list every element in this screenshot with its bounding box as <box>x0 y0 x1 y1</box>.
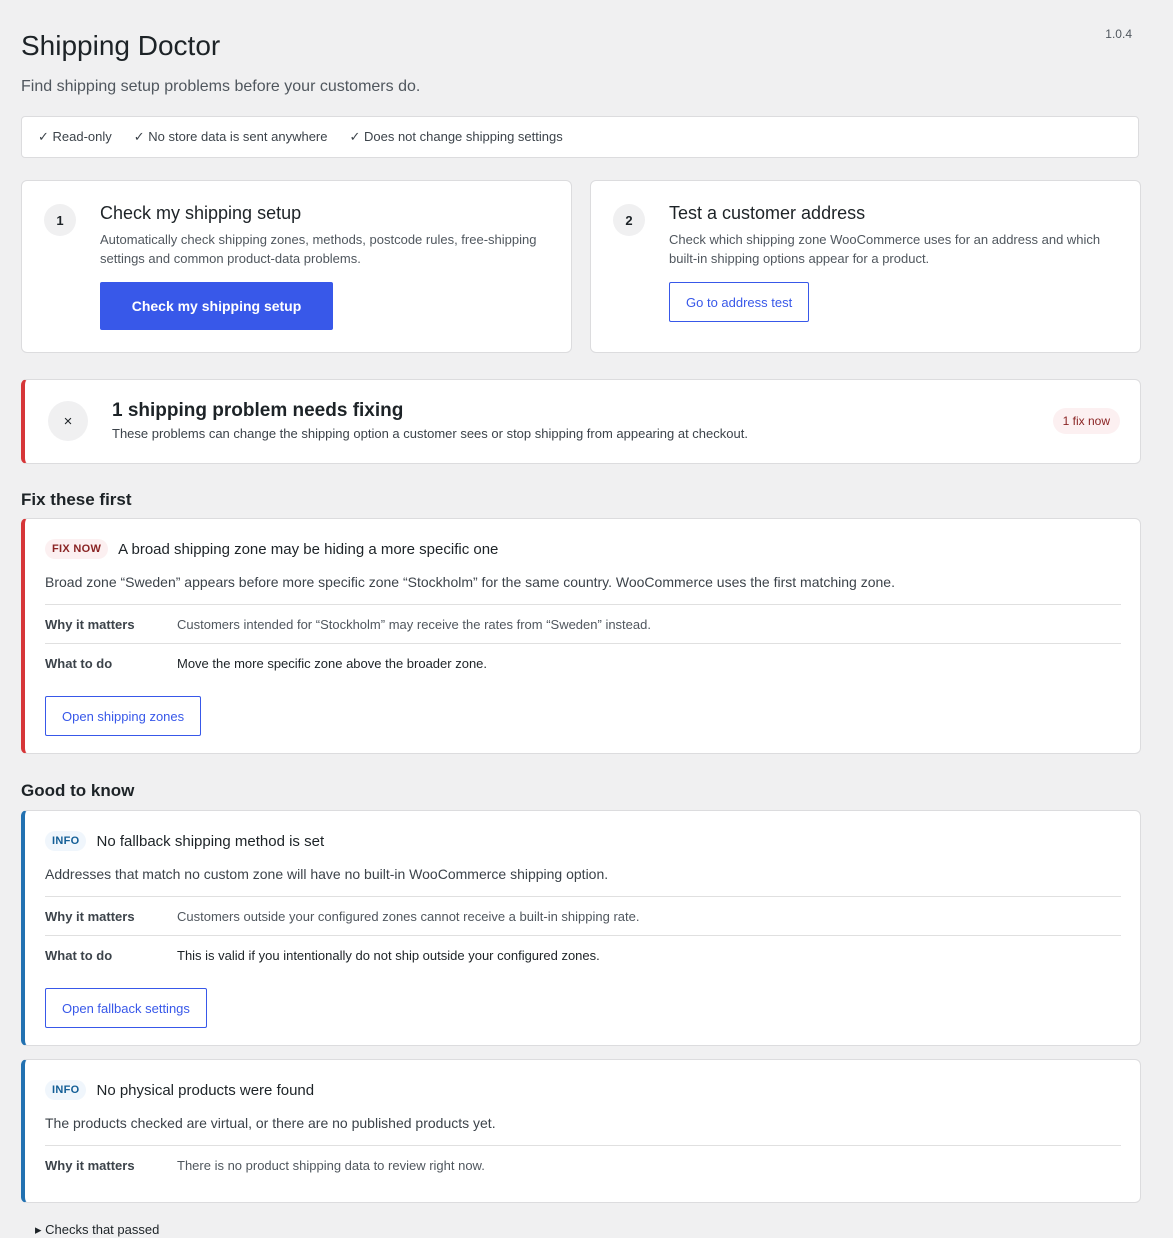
issue-description: Broad zone “Sweden” appears before more … <box>45 574 895 590</box>
issue-card-broad-zone: FIX NOW A broad shipping zone may be hid… <box>21 518 1141 754</box>
issue-title: A broad shipping zone may be hiding a mo… <box>118 540 499 558</box>
severity-badge: INFO <box>45 1080 87 1100</box>
step-description: Automatically check shipping zones, meth… <box>100 232 537 266</box>
trust-no-data-sent: ✓ No store data is sent anywhere <box>133 129 328 144</box>
issue-description: Addresses that match no custom zone will… <box>45 866 609 882</box>
severity-badge: FIX NOW <box>45 539 109 559</box>
error-x-icon: × <box>48 401 88 441</box>
row-value: This is valid if you intentionally do no… <box>177 947 600 963</box>
plugin-version: 1.0.4 <box>1105 27 1132 41</box>
issue-title: No physical products were found <box>96 1081 315 1099</box>
step-title: Test a customer address <box>669 203 866 223</box>
issue-title: No fallback shipping method is set <box>96 832 325 850</box>
page-title: Shipping Doctor <box>21 30 221 61</box>
row-value: Customers outside your configured zones … <box>177 908 640 924</box>
check-shipping-setup-button[interactable]: Check my shipping setup <box>100 282 333 330</box>
go-to-address-test-button[interactable]: Go to address test <box>669 282 810 322</box>
step-card-address-test: 2 Test a customer address Check which sh… <box>590 180 1141 353</box>
why-it-matters-row: Why it matters Customers intended for “S… <box>45 604 1121 643</box>
trust-bar: ✓ Read-only ✓ No store data is sent anyw… <box>21 116 1139 158</box>
problem-summary: × 1 shipping problem needs fixing These … <box>21 379 1141 464</box>
summary-description: These problems can change the shipping o… <box>112 426 748 441</box>
step-number: 1 <box>44 204 76 236</box>
row-value: There is no product shipping data to rev… <box>177 1157 485 1173</box>
summary-title: 1 shipping problem needs fixing <box>112 400 404 421</box>
step-number: 2 <box>613 204 645 236</box>
passed-checks-toggle[interactable]: ▸ Checks that passed <box>35 1222 159 1238</box>
what-to-do-row: What to do Move the more specific zone a… <box>45 643 1121 682</box>
section-heading-fix-first: Fix these first <box>21 490 132 509</box>
severity-badge: INFO <box>45 831 87 851</box>
row-label: What to do <box>45 947 113 963</box>
section-heading-good-to-know: Good to know <box>21 781 135 800</box>
open-shipping-zones-button[interactable]: Open shipping zones <box>45 696 202 736</box>
step-title: Check my shipping setup <box>100 203 302 223</box>
what-to-do-row: What to do This is valid if you intentio… <box>45 935 1121 974</box>
why-it-matters-row: Why it matters Customers outside your co… <box>45 896 1121 935</box>
trust-no-changes: ✓ Does not change shipping settings <box>349 129 563 144</box>
row-label: Why it matters <box>45 908 135 924</box>
issue-header: INFO No physical products were found <box>45 1080 314 1100</box>
issue-header: FIX NOW A broad shipping zone may be hid… <box>45 539 498 559</box>
why-it-matters-row: Why it matters There is no product shipp… <box>45 1145 1121 1184</box>
row-label: What to do <box>45 655 113 671</box>
fix-now-count-badge: 1 fix now <box>1052 408 1120 434</box>
issue-header: INFO No fallback shipping method is set <box>45 831 324 851</box>
issue-card-no-fallback: INFO No fallback shipping method is set … <box>21 810 1141 1046</box>
issue-description: The products checked are virtual, or the… <box>45 1115 496 1131</box>
row-label: Why it matters <box>45 1157 135 1173</box>
open-fallback-settings-button[interactable]: Open fallback settings <box>45 988 207 1028</box>
step-description: Check which shipping zone WooCommerce us… <box>669 232 1101 266</box>
step-card-check-setup: 1 Check my shipping setup Automatically … <box>21 180 572 353</box>
page-subtitle: Find shipping setup problems before your… <box>21 78 421 95</box>
trust-read-only: ✓ Read-only <box>38 129 112 144</box>
row-label: Why it matters <box>45 616 135 632</box>
row-value: Move the more specific zone above the br… <box>177 655 488 671</box>
issue-card-no-physical-products: INFO No physical products were found The… <box>21 1059 1141 1203</box>
row-value: Customers intended for “Stockholm” may r… <box>177 616 651 632</box>
